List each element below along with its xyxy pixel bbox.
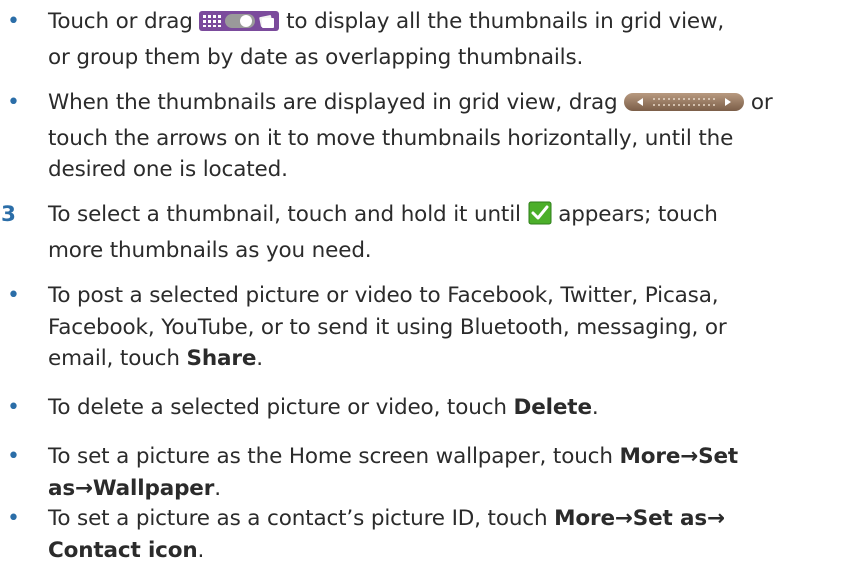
share-command: Share — [186, 346, 257, 371]
bullet-text: Touch or drag to display all the thumbna… — [48, 9, 725, 70]
bullet-item-delete: • To delete a selected picture or video,… — [0, 392, 845, 424]
bullet-text: To post a selected picture or video to F… — [48, 283, 727, 371]
bullet-item-view-toggle: • Touch or drag to display all the thumb… — [0, 6, 845, 73]
bullet-text: When the thumbnails are displayed in gri… — [48, 90, 773, 182]
step-item-select-thumbnail: 3 To select a thumbnail, touch and hold … — [0, 199, 845, 266]
more-set-as-command: More→Set as→ — [554, 506, 725, 531]
bullet-marker: • — [7, 9, 20, 34]
bullet-marker: • — [7, 395, 20, 420]
bullet-item-share: • To post a selected picture or video to… — [0, 280, 845, 375]
contact-icon-command: Contact icon — [48, 537, 198, 563]
bullet-item-scroll-bar: • When the thumbnails are displayed in g… — [0, 87, 845, 186]
bullet-marker: • — [7, 283, 20, 308]
bullet-item-wallpaper: • To set a picture as the Home screen wa… — [0, 441, 845, 504]
bullet-text: To set a picture as the Home screen wall… — [48, 444, 739, 501]
bullet-marker: • — [7, 506, 20, 531]
bullet-marker: • — [7, 90, 20, 115]
bullet-text: To set a picture as a contact’s picture … — [48, 506, 725, 563]
bullet-marker: • — [7, 444, 20, 469]
bullet-text: To delete a selected picture or video, t… — [48, 395, 599, 420]
wallpaper-command: as→Wallpaper — [48, 475, 215, 501]
delete-command: Delete — [513, 395, 592, 420]
manual-page: • Touch or drag to display all the thumb… — [0, 0, 845, 563]
step-text: To select a thumbnail, touch and hold it… — [48, 201, 718, 263]
grid-view-toggle-icon — [199, 10, 280, 42]
step-number: 3 — [1, 202, 16, 227]
green-checkmark-icon — [528, 201, 552, 235]
bullet-item-contact-icon: • To set a picture as a contact’s pictur… — [0, 503, 845, 566]
thumbnail-scroll-bar-icon — [624, 91, 745, 123]
more-set-command: More→Set — [619, 444, 739, 469]
